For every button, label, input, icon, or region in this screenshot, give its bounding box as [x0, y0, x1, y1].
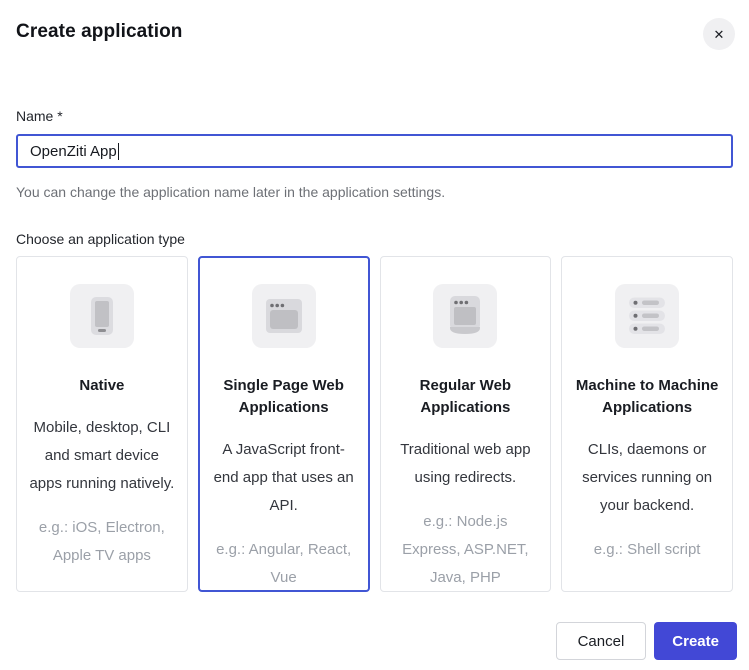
text-caret [118, 143, 119, 160]
name-helper-text: You can change the application name late… [16, 184, 733, 200]
application-form: Name * OpenZiti App You can change the a… [0, 108, 749, 247]
dialog-header: Create application ✕ [0, 0, 749, 50]
card-single-page-web[interactable]: Single Page Web Applications A JavaScrip… [198, 256, 370, 592]
dialog-title: Create application [16, 18, 183, 43]
create-button[interactable]: Create [654, 622, 737, 660]
cancel-button[interactable]: Cancel [556, 622, 647, 660]
application-type-cards: Native Mobile, desktop, CLI and smart de… [16, 256, 733, 592]
card-examples: e.g.: Shell script [594, 536, 701, 564]
application-type-label: Choose an application type [16, 231, 733, 247]
close-button[interactable]: ✕ [703, 18, 735, 50]
card-examples: e.g.: iOS, Electron, Apple TV apps [29, 514, 175, 570]
card-examples: e.g.: Angular, React, Vue [211, 536, 357, 592]
name-input-value: OpenZiti App [30, 143, 117, 160]
card-title: Regular Web Applications [393, 375, 539, 419]
card-native[interactable]: Native Mobile, desktop, CLI and smart de… [16, 256, 188, 592]
name-input[interactable]: OpenZiti App [16, 134, 733, 168]
card-regular-web[interactable]: Regular Web Applications Traditional web… [380, 256, 552, 592]
card-description: Mobile, desktop, CLI and smart device ap… [29, 414, 175, 498]
close-icon: ✕ [714, 28, 725, 41]
mobile-phone-icon [70, 284, 134, 348]
card-description: Traditional web app using redirects. [393, 436, 539, 492]
create-application-dialog: Create application ✕ Name * OpenZiti App… [0, 0, 749, 670]
card-description: CLIs, daemons or services running on you… [574, 436, 720, 520]
card-examples: e.g.: Node.js Express, ASP.NET, Java, PH… [393, 508, 539, 592]
card-title: Machine to Machine Applications [574, 375, 720, 419]
web-server-window-icon [433, 284, 497, 348]
browser-window-icon [252, 284, 316, 348]
name-field-label: Name * [16, 108, 733, 124]
server-stack-icon [615, 284, 679, 348]
card-description: A JavaScript front-end app that uses an … [211, 436, 357, 520]
card-title: Native [79, 375, 124, 397]
dialog-footer: Cancel Create [0, 622, 737, 660]
card-machine-to-machine[interactable]: Machine to Machine Applications CLIs, da… [561, 256, 733, 592]
card-title: Single Page Web Applications [211, 375, 357, 419]
